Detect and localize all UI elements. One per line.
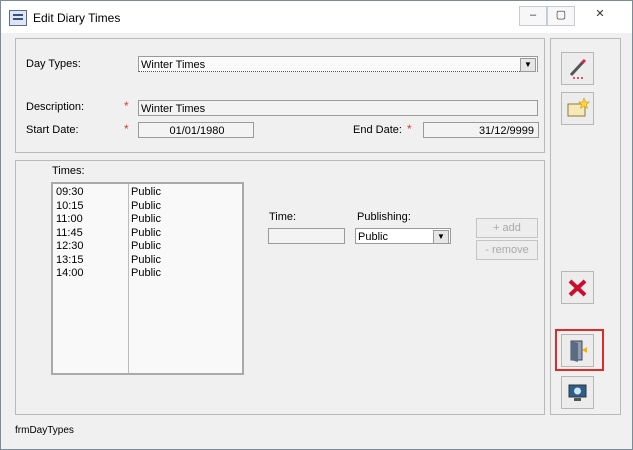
app-window: Edit Diary Times – ▢ ✕ Day Types: Winter… [0,0,633,450]
required-marker: * [407,122,412,136]
time-cell: 11:00 [56,213,83,225]
publishing-label: Publishing: [357,211,411,223]
new-record-icon [567,97,591,117]
form-name-status: frmDayTypes [15,425,74,436]
time-cell: 11:45 [56,226,83,239]
window-title: Edit Diary Times [33,11,121,25]
list-item[interactable]: 12:30 Public [53,240,242,253]
description-label: Description: [26,101,85,113]
end-date-field[interactable]: 31/12/9999 [423,122,539,138]
exit-button[interactable] [561,334,594,367]
day-types-dropdown[interactable]: Winter Times ▼ [138,56,538,72]
publishing-cell: Public [131,199,161,212]
pencil-icon [569,58,587,79]
remove-time-button[interactable]: - remove [476,240,538,260]
time-input[interactable] [268,228,345,244]
publishing-cell: Public [131,253,161,266]
publishing-cell: Public [131,240,161,252]
maximize-button[interactable]: ▢ [547,6,575,26]
time-label: Time: [269,211,297,223]
form-icon [9,10,27,26]
start-date-label: Start Date: [26,124,79,136]
time-cell: 12:30 [56,240,84,252]
publishing-cell: Public [131,267,161,279]
times-list[interactable]: 09:30 Public 10:15 Public 11:00 Public 11:45 Pu… [51,182,244,375]
list-item[interactable]: 10:15 Public [53,200,242,213]
day-types-label: Day Types: [26,58,81,70]
help-button[interactable] [561,376,594,409]
new-record-button[interactable] [561,92,594,125]
chevron-down-icon[interactable]: ▼ [433,230,449,244]
times-frame: Times: 09:30 Public 10:15 Public 11:00 Public… [15,160,545,415]
publishing-dropdown[interactable]: Public ▼ [355,228,451,244]
end-date-label: End Date: [353,124,402,136]
description-field[interactable]: Winter Times [138,100,538,116]
publishing-cell: Public [131,186,161,198]
time-cell: 09:30 [56,186,84,198]
publishing-value: Public [358,231,388,243]
day-types-value: Winter Times [141,59,206,71]
required-marker: * [124,99,129,113]
publishing-cell: Public [131,213,161,225]
title-bar: Edit Diary Times – ▢ ✕ [1,1,632,33]
time-cell: 14:00 [56,267,84,279]
chevron-down-icon[interactable]: ▼ [520,58,536,72]
list-item[interactable]: 14:00 Public [53,267,242,280]
delete-button[interactable] [561,271,594,304]
time-cell: 13:15 [56,253,84,266]
exit-door-icon [570,340,587,362]
list-item[interactable]: 09:30 Public [53,186,242,199]
close-button[interactable]: ✕ [587,6,613,24]
add-time-button[interactable]: + add [476,218,538,238]
list-item[interactable]: 11:45 Public [53,227,242,240]
delete-x-icon [568,279,587,297]
help-monitor-icon [568,384,587,401]
required-marker: * [124,122,129,136]
list-item[interactable]: 13:15 Public [53,254,242,267]
time-cell: 10:15 [56,199,84,212]
edit-button[interactable] [561,52,594,85]
times-label: Times: [52,165,85,177]
start-date-field[interactable]: 01/01/1980 [138,122,254,138]
list-item[interactable]: 11:00 Public [53,213,242,226]
publishing-cell: Public [131,226,161,239]
details-frame: Day Types: Winter Times ▼ Description: *… [15,38,545,153]
minimize-button[interactable]: – [519,6,547,26]
